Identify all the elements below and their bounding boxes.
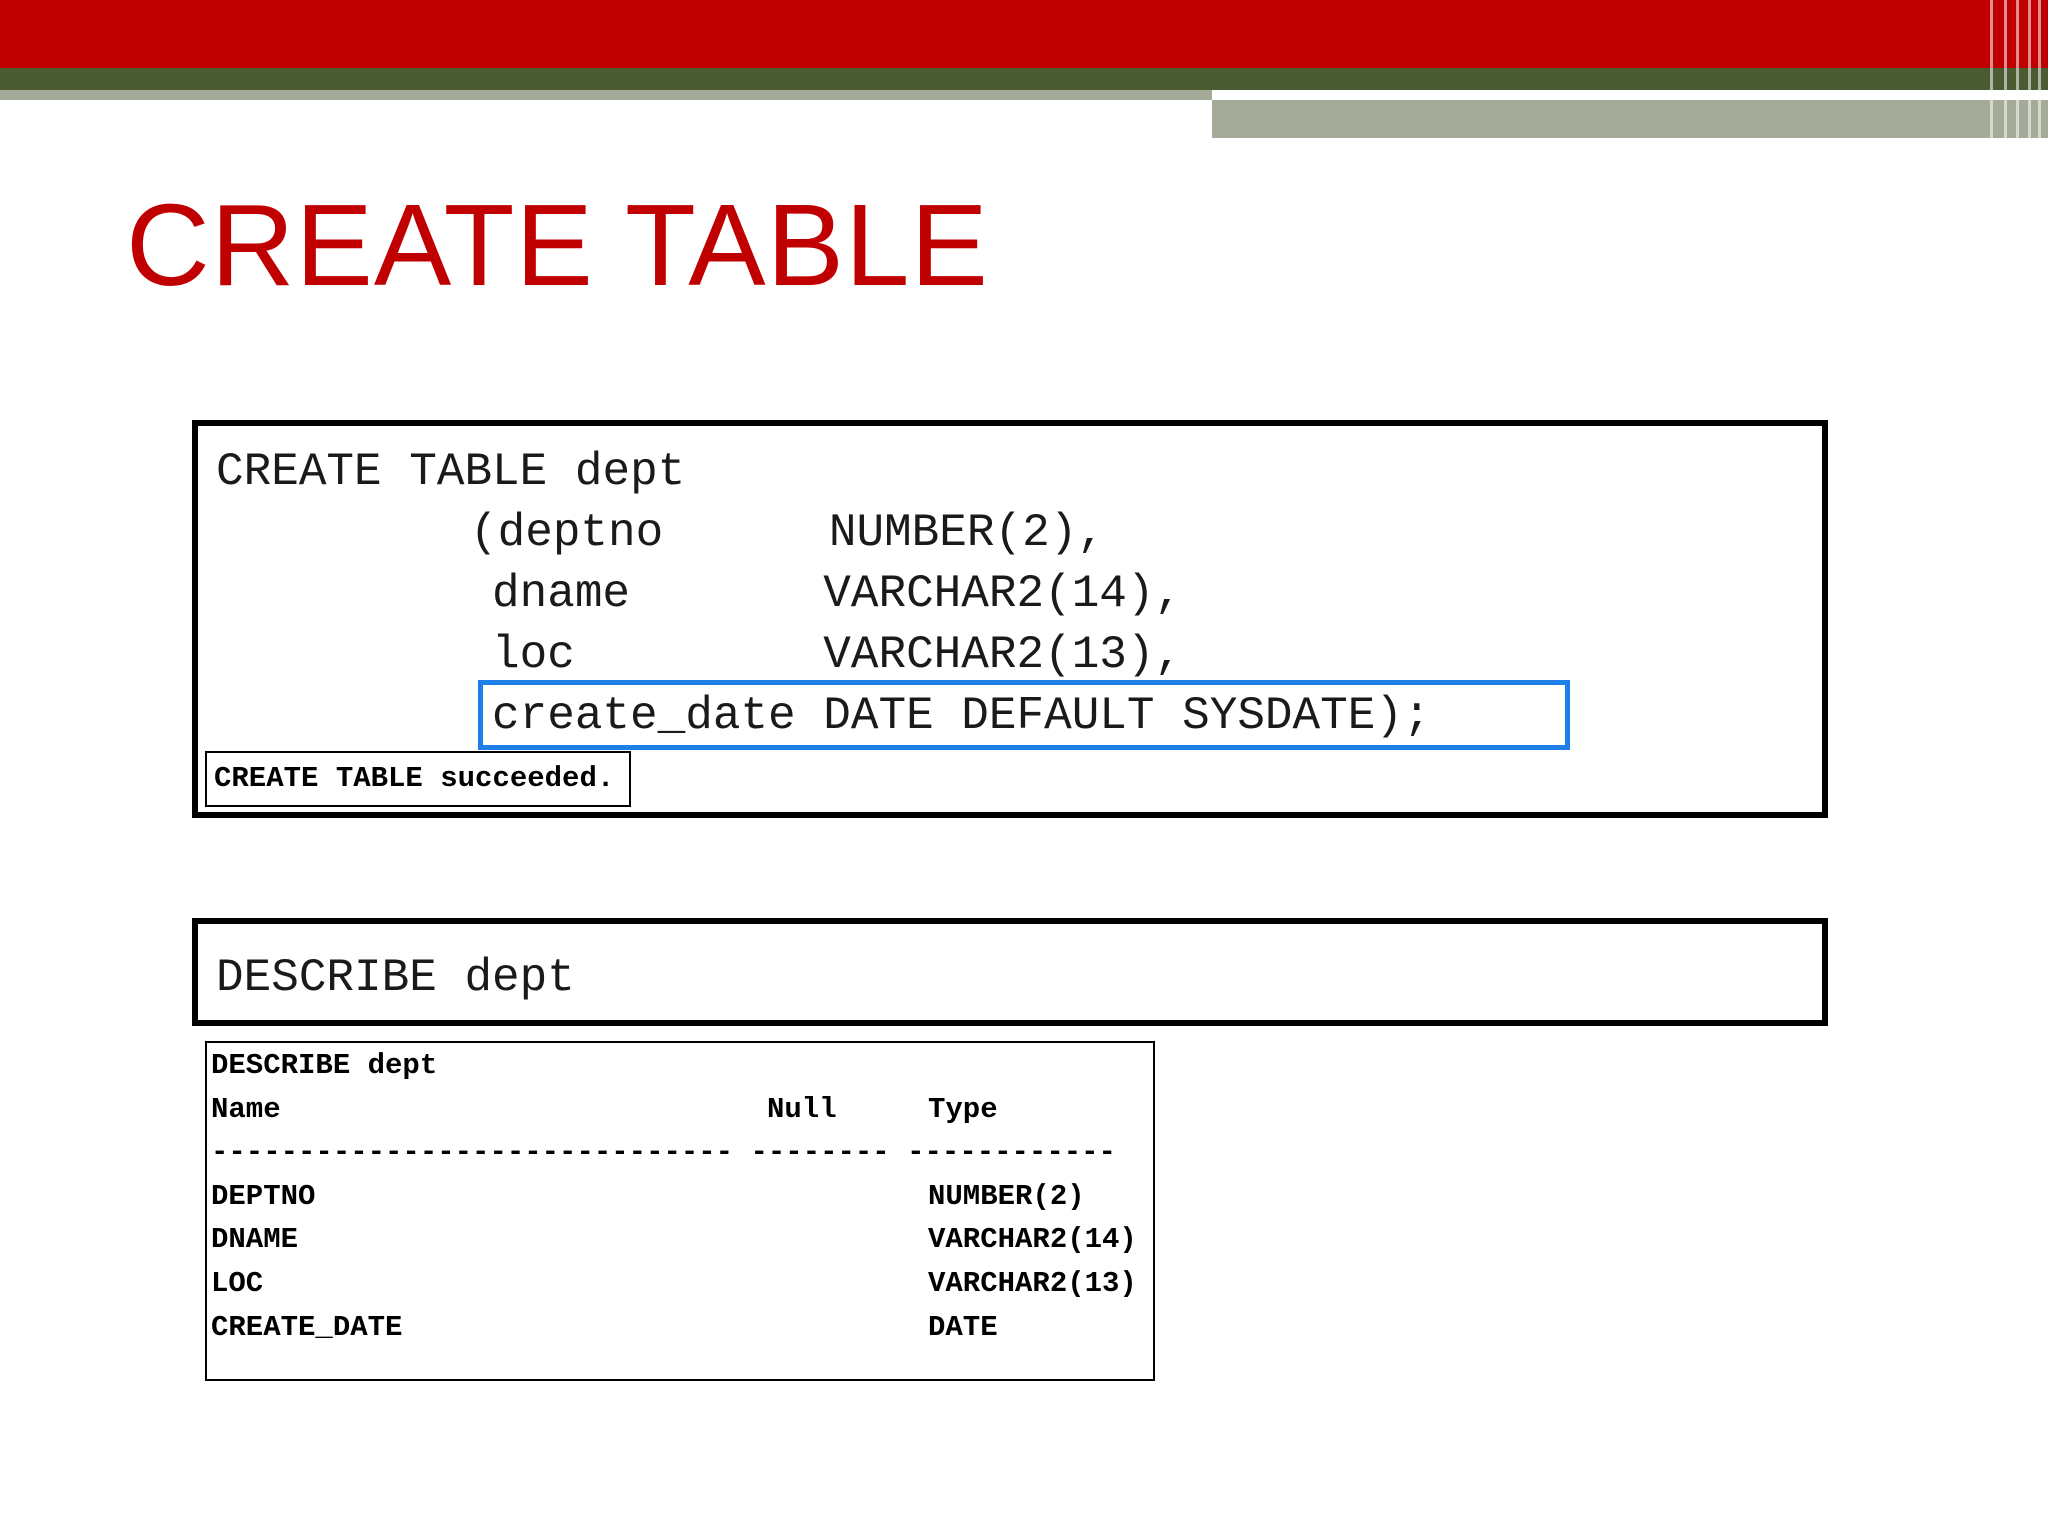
row-type: DATE (928, 1311, 998, 1344)
code-line-dname: dname VARCHAR2(14), (492, 568, 1183, 620)
row-type: VARCHAR2(13) (928, 1267, 1137, 1300)
slide-title: CREATE TABLE (126, 180, 989, 310)
output-separator: ------------------------------ -------- … (211, 1136, 1116, 1169)
row-type: VARCHAR2(14) (928, 1223, 1137, 1256)
row-name: DEPTNO (211, 1180, 316, 1213)
header-green-bar (0, 68, 2048, 90)
header-red-bar (0, 0, 2048, 68)
code-line-create-date: create_date DATE DEFAULT SYSDATE); (492, 690, 1431, 742)
code-line-describe: DESCRIBE dept (216, 952, 575, 1004)
code-line-loc: loc VARCHAR2(13), (492, 629, 1183, 681)
column-header-type: Type (928, 1093, 998, 1126)
header-grey-bar-right (1212, 100, 2048, 138)
column-header-name: Name (211, 1093, 281, 1126)
row-name: CREATE_DATE (211, 1311, 403, 1344)
code-line-deptno: (deptno NUMBER(2), (470, 507, 1105, 559)
row-type: NUMBER(2) (928, 1180, 1085, 1213)
create-result-message: CREATE TABLE succeeded. (205, 751, 631, 807)
row-name: LOC (211, 1267, 264, 1300)
code-line-create: CREATE TABLE dept (216, 446, 686, 498)
header-grey-bar-left (0, 90, 1212, 100)
header-stripes (1982, 0, 2048, 138)
row-name: DNAME (211, 1223, 299, 1256)
column-header-null: Null (767, 1093, 837, 1126)
output-heading: DESCRIBE dept (211, 1049, 438, 1082)
